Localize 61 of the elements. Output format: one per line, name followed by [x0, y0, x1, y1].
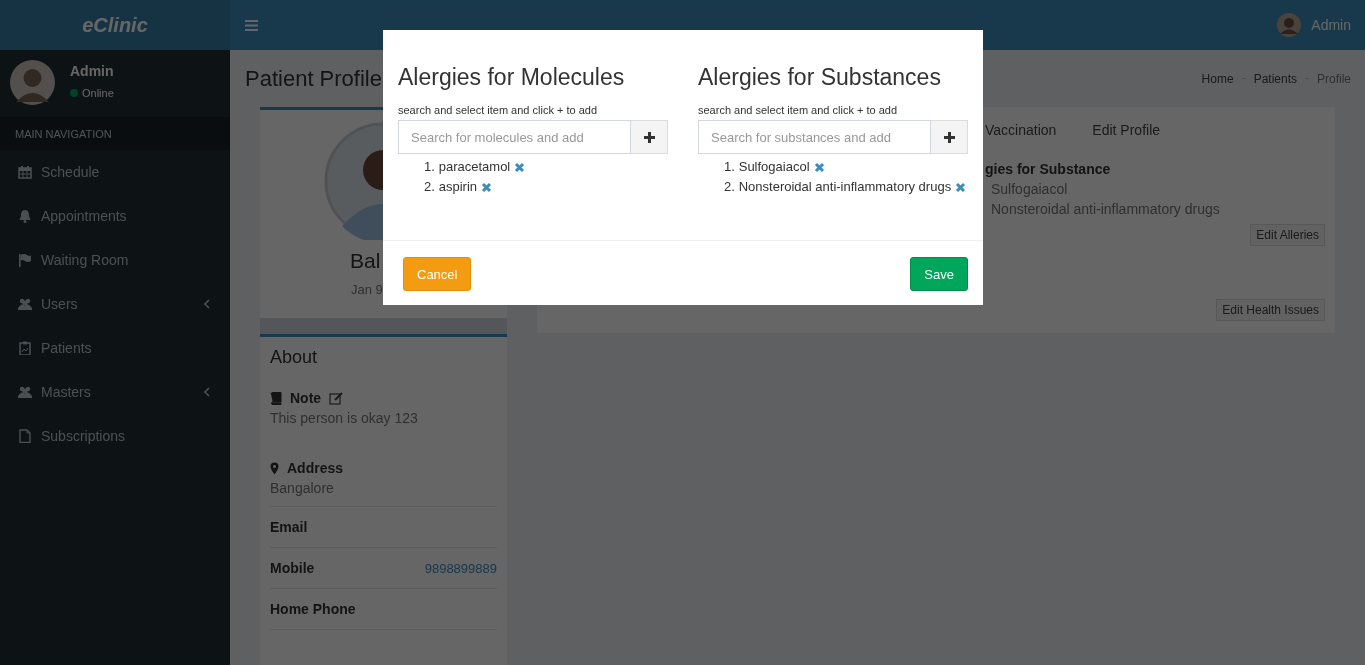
search-field[interactable]: Search for molecules and add [398, 120, 631, 154]
bell-icon [18, 209, 32, 223]
field-label: Home Phone [270, 601, 356, 617]
plus-icon [642, 130, 656, 144]
file-icon [18, 429, 32, 443]
menu-icon[interactable] [245, 19, 258, 31]
field-label: Address [287, 460, 344, 476]
field-label: Note [290, 390, 322, 406]
breadcrumb-link[interactable]: Patients [1253, 71, 1297, 86]
calendar-icon [18, 165, 32, 179]
flag-icon [18, 253, 32, 267]
user-name[interactable]: Admin [1311, 17, 1351, 33]
list-number: 2. [424, 178, 435, 196]
allergy-item: aspirin [438, 178, 477, 196]
allergy-item: Nonsteroidal anti-inflammatory drugs [738, 178, 952, 196]
list-number: 1. [724, 158, 735, 176]
edit-icon [329, 391, 344, 405]
tab[interactable]: Edit Profile [1092, 118, 1161, 142]
tab[interactable]: Vaccination [985, 118, 1057, 142]
allergy-item: paracetamol [438, 158, 511, 176]
user-name: Admin [70, 63, 114, 79]
card-title: About [270, 346, 319, 369]
save-button[interactable]: Save [910, 257, 968, 291]
list-number: 1. [424, 158, 435, 176]
map-marker-icon [270, 461, 279, 475]
plus-icon [942, 130, 956, 144]
phone-link[interactable]: 9898899889 [424, 560, 497, 576]
book-icon [270, 391, 282, 405]
breadcrumb-link[interactable]: Home [1201, 71, 1234, 86]
allergy-item: Sulfogaiacol [738, 158, 810, 176]
section-heading: MAIN NAVIGATION [0, 117, 230, 150]
hint-text: search and select item and click + to add [698, 104, 899, 116]
chevron-left-icon [204, 299, 210, 309]
status-dot-icon [70, 89, 78, 97]
clipboard-icon [18, 341, 32, 355]
users-icon [18, 385, 32, 399]
avatar-icon [10, 60, 55, 105]
remove-icon[interactable] [813, 161, 825, 173]
edit-allergies-button[interactable]: Edit Alleries [1250, 224, 1325, 246]
modal-heading: Alergies for Molecules [398, 64, 626, 91]
edit-health-issues-button[interactable]: Edit Health Issues [1216, 299, 1325, 321]
list-number: 2. [724, 178, 735, 196]
section-heading: gies for Substance [985, 161, 1112, 177]
app-logo[interactable]: eClinic [0, 0, 230, 50]
status-text: Online [82, 87, 114, 99]
remove-icon[interactable] [955, 181, 967, 193]
hint-text: search and select item and click + to add [398, 104, 599, 116]
patient-name: Bal [349, 249, 382, 273]
search-field[interactable]: Search for substances and add [698, 120, 931, 154]
modal-heading: Alergies for Substances [698, 64, 942, 91]
chevron-left-icon [204, 387, 210, 397]
field-label: Email [270, 519, 308, 535]
cancel-button[interactable]: Cancel [403, 257, 472, 291]
page-title: Patient Profile [245, 65, 382, 92]
add-button[interactable] [631, 120, 668, 154]
avatar-icon [1277, 13, 1302, 37]
remove-icon[interactable] [481, 181, 492, 193]
add-button[interactable] [931, 120, 968, 154]
users-icon [18, 297, 32, 311]
remove-icon[interactable] [514, 161, 526, 173]
field-label: Mobile [270, 560, 315, 576]
